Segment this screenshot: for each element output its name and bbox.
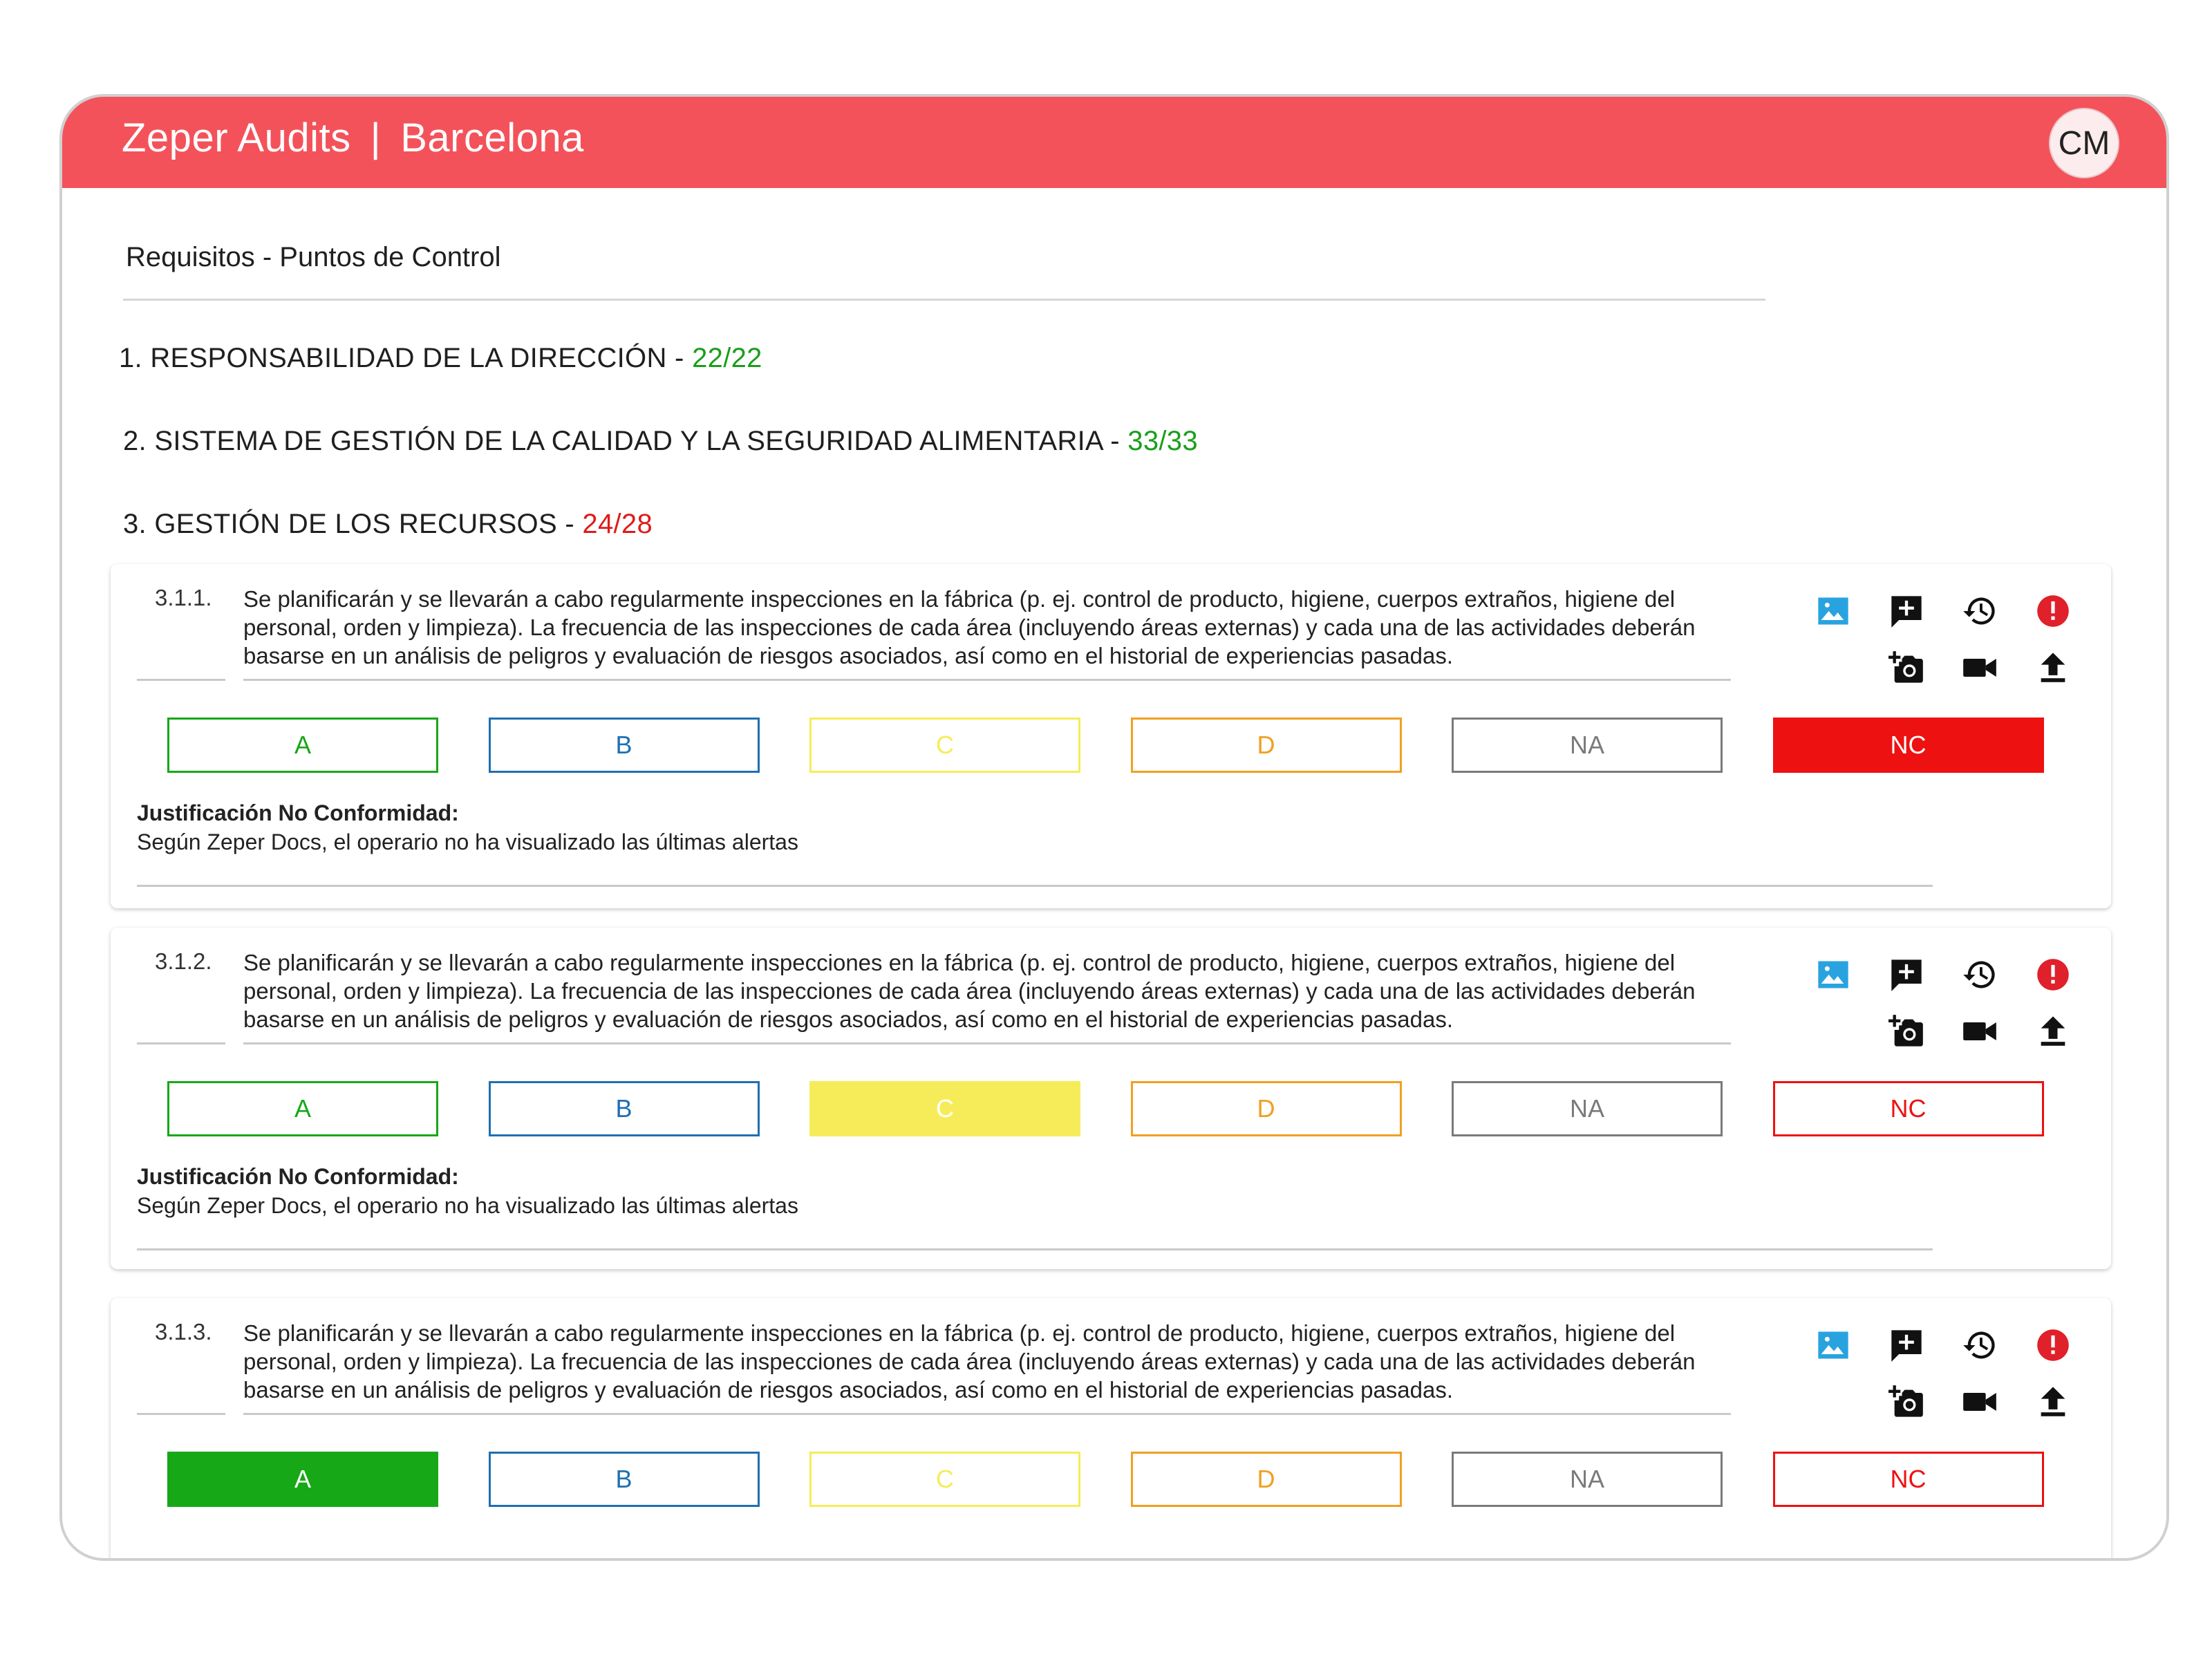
code-underline xyxy=(137,1042,225,1044)
requirement-card: 3.1.3. Se planificarán y se llevarán a c… xyxy=(111,1298,2111,1558)
image-icon[interactable] xyxy=(1815,957,1851,993)
justification-label: Justificación No Conformidad: xyxy=(137,1164,459,1189)
add-photo-icon[interactable] xyxy=(1888,1384,1924,1420)
grade-button-b[interactable]: B xyxy=(488,1081,760,1136)
grade-button-nc[interactable]: NC xyxy=(1772,1081,2044,1136)
breadcrumb: Requisitos - Puntos de Control xyxy=(126,242,501,272)
section-score: 24/28 xyxy=(582,509,653,539)
grade-buttons: A B C D NA NC xyxy=(167,1081,2061,1136)
requirement-code: 3.1.3. xyxy=(155,1319,212,1344)
grade-buttons: A B C D NA NC xyxy=(167,1452,2061,1507)
add-photo-icon[interactable] xyxy=(1888,650,1924,686)
requirement-code: 3.1.2. xyxy=(155,948,212,974)
grade-button-d[interactable]: D xyxy=(1130,718,1402,773)
section-3[interactable]: 3. GESTIÓN DE LOS RECURSOS - 24/28 xyxy=(123,509,653,540)
alert-icon[interactable] xyxy=(2035,1327,2071,1363)
section-title: 2. SISTEMA DE GESTIÓN DE LA CALIDAD Y LA… xyxy=(123,426,1120,456)
grade-button-nc[interactable]: NC xyxy=(1772,1452,2044,1507)
video-icon[interactable] xyxy=(1962,650,1998,686)
app-bar: Zeper Audits | Barcelona CM xyxy=(62,97,2166,188)
grade-button-na[interactable]: NA xyxy=(1452,1452,1723,1507)
action-icons xyxy=(1815,1319,2085,1417)
action-icons xyxy=(1815,585,2085,683)
action-icons xyxy=(1815,948,2085,1047)
upload-icon[interactable] xyxy=(2035,1384,2071,1420)
grade-button-a[interactable]: A xyxy=(167,718,438,773)
add-photo-icon[interactable] xyxy=(1888,1013,1924,1049)
section-score: 22/22 xyxy=(692,343,762,373)
upload-icon[interactable] xyxy=(2035,650,2071,686)
alert-icon[interactable] xyxy=(2035,593,2071,629)
justification-underline xyxy=(137,885,1933,887)
video-icon[interactable] xyxy=(1962,1384,1998,1420)
video-icon[interactable] xyxy=(1962,1013,1998,1049)
requirement-card: 3.1.1. Se planificarán y se llevarán a c… xyxy=(111,564,2111,908)
justification-text[interactable]: Según Zeper Docs, el operario no ha visu… xyxy=(137,830,798,855)
requirement-text: Se planificarán y se llevarán a cabo reg… xyxy=(243,950,1696,1032)
title-separator: | xyxy=(370,115,382,160)
alert-icon[interactable] xyxy=(2035,957,2071,993)
app-title: Zeper Audits xyxy=(122,115,351,160)
grade-button-b[interactable]: B xyxy=(488,718,760,773)
justification-text[interactable]: Según Zeper Docs, el operario no ha visu… xyxy=(137,1193,798,1219)
section-score: 33/33 xyxy=(1127,426,1198,456)
section-title: 3. GESTIÓN DE LOS RECURSOS - xyxy=(123,509,574,539)
app-window: Zeper Audits | Barcelona CM Requisitos - P… xyxy=(59,94,2169,1561)
add-comment-icon[interactable] xyxy=(1888,1327,1924,1363)
grade-buttons: A B C D NA NC xyxy=(167,718,2061,773)
image-icon[interactable] xyxy=(1815,1327,1851,1363)
history-icon[interactable] xyxy=(1962,957,1998,993)
grade-button-c[interactable]: C xyxy=(809,1081,1080,1136)
user-avatar[interactable]: CM xyxy=(2049,108,2119,178)
grade-button-d[interactable]: D xyxy=(1130,1081,1402,1136)
justification-label: Justificación No Conformidad: xyxy=(137,800,459,825)
section-2[interactable]: 2. SISTEMA DE GESTIÓN DE LA CALIDAD Y LA… xyxy=(123,426,1198,457)
text-underline xyxy=(243,1042,1731,1044)
text-underline xyxy=(243,1413,1731,1415)
location-name: Barcelona xyxy=(400,115,584,160)
code-underline xyxy=(137,1413,225,1415)
requirement-text: Se planificarán y se llevarán a cabo reg… xyxy=(243,1320,1696,1403)
grade-button-c[interactable]: C xyxy=(809,718,1080,773)
requirement-text: Se planificarán y se llevarán a cabo reg… xyxy=(243,586,1696,668)
history-icon[interactable] xyxy=(1962,593,1998,629)
image-icon[interactable] xyxy=(1815,593,1851,629)
text-underline xyxy=(243,679,1731,681)
add-comment-icon[interactable] xyxy=(1888,593,1924,629)
grade-button-a[interactable]: A xyxy=(167,1081,438,1136)
section-1[interactable]: 1. RESPONSABILIDAD DE LA DIRECCIÓN - 22/… xyxy=(119,343,762,374)
section-title: 1. RESPONSABILIDAD DE LA DIRECCIÓN - xyxy=(119,343,684,373)
grade-button-c[interactable]: C xyxy=(809,1452,1080,1507)
grade-button-na[interactable]: NA xyxy=(1452,718,1723,773)
grade-button-b[interactable]: B xyxy=(488,1452,760,1507)
code-underline xyxy=(137,679,225,681)
requirement-card: 3.1.2. Se planificarán y se llevarán a c… xyxy=(111,928,2111,1269)
breadcrumb-divider xyxy=(123,299,1765,301)
history-icon[interactable] xyxy=(1962,1327,1998,1363)
grade-button-d[interactable]: D xyxy=(1130,1452,1402,1507)
grade-button-a[interactable]: A xyxy=(167,1452,438,1507)
grade-button-na[interactable]: NA xyxy=(1452,1081,1723,1136)
grade-button-nc[interactable]: NC xyxy=(1772,718,2044,773)
upload-icon[interactable] xyxy=(2035,1013,2071,1049)
requirement-code: 3.1.1. xyxy=(155,585,212,610)
justification-underline xyxy=(137,1248,1933,1250)
app-brand: Zeper Audits | Barcelona xyxy=(122,115,584,161)
add-comment-icon[interactable] xyxy=(1888,957,1924,993)
